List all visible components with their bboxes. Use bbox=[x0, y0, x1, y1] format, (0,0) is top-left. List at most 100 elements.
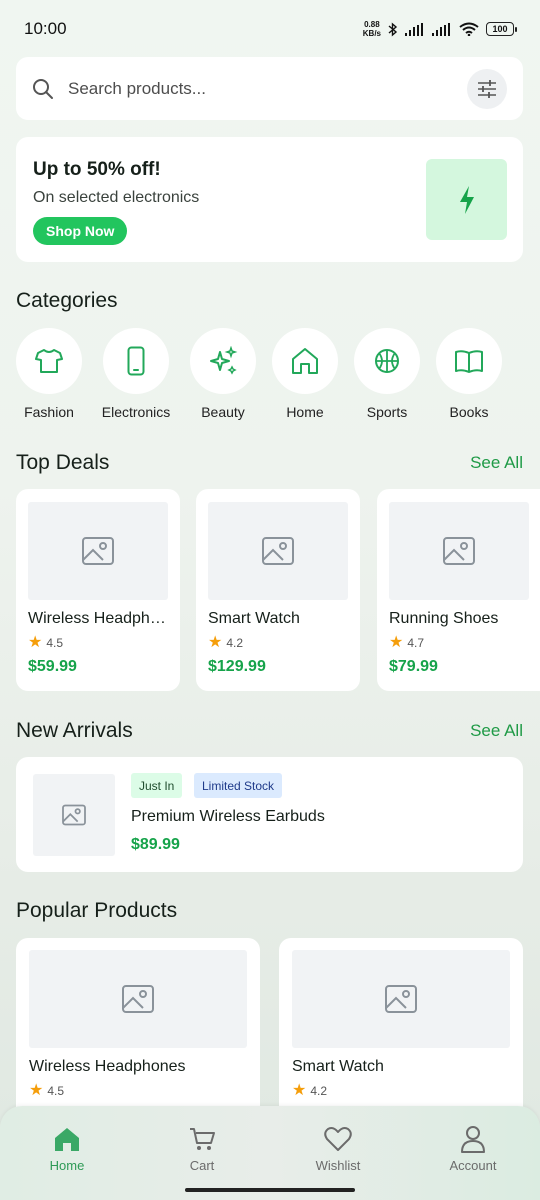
nav-account[interactable]: Account bbox=[423, 1124, 523, 1173]
product-rating: ★ 4.2 bbox=[292, 1083, 327, 1099]
popular-product-card[interactable]: Smart Watch ★ 4.2 bbox=[279, 938, 523, 1128]
promo-subtitle: On selected electronics bbox=[33, 189, 200, 206]
sparkles-icon bbox=[210, 346, 238, 375]
network-speed: 0.88 KB/s bbox=[363, 20, 381, 38]
search-input[interactable] bbox=[68, 78, 467, 99]
star-icon: ★ bbox=[292, 1082, 307, 1099]
nav-label: Cart bbox=[189, 1158, 215, 1173]
category-icon-circle bbox=[103, 328, 169, 394]
nav-cart[interactable]: Cart bbox=[152, 1124, 252, 1173]
status-time: 10:00 bbox=[24, 19, 67, 38]
rating-value: 4.5 bbox=[47, 1084, 65, 1098]
home-indicator[interactable] bbox=[185, 1188, 355, 1192]
star-icon: ★ bbox=[389, 634, 404, 651]
book-icon bbox=[455, 350, 483, 373]
category-label: Books bbox=[449, 404, 489, 420]
lightning-icon bbox=[459, 185, 474, 214]
popular-products-title: Popular Products bbox=[16, 899, 178, 922]
search-bar[interactable] bbox=[16, 57, 523, 120]
bluetooth-icon bbox=[388, 21, 398, 37]
product-image-placeholder bbox=[389, 502, 529, 600]
limited-stock-badge: Limited Stock bbox=[194, 773, 283, 798]
nav-label: Account bbox=[449, 1158, 497, 1173]
image-icon bbox=[122, 985, 154, 1013]
product-rating: ★ 4.5 bbox=[28, 635, 63, 651]
filter-button[interactable] bbox=[467, 68, 507, 109]
product-name: Premium Wireless Earbuds bbox=[131, 808, 325, 825]
status-bar: 10:00 0.88 KB/s 100 bbox=[0, 0, 540, 56]
product-price: $89.99 bbox=[131, 836, 180, 853]
star-icon: ★ bbox=[28, 634, 43, 651]
heart-icon bbox=[324, 1127, 352, 1151]
network-speed-unit: KB/s bbox=[362, 29, 381, 38]
category-electronics[interactable]: Electronics bbox=[91, 328, 181, 420]
category-icon-circle bbox=[272, 328, 338, 394]
deal-card[interactable]: Running Shoes ★ 4.7 $79.99 bbox=[377, 489, 540, 691]
new-arrival-card[interactable]: Just In Limited Stock Premium Wireless E… bbox=[16, 757, 523, 872]
sliders-icon bbox=[478, 79, 496, 98]
category-fashion[interactable]: Fashion bbox=[4, 328, 94, 420]
nav-icon-wrap bbox=[455, 1124, 491, 1154]
promo-title: Up to 50% off! bbox=[33, 159, 161, 180]
image-icon bbox=[385, 985, 417, 1013]
rating-value: 4.5 bbox=[46, 636, 64, 650]
product-price: $129.99 bbox=[208, 658, 266, 675]
product-name: Wireless Headphones bbox=[29, 1058, 186, 1075]
category-books[interactable]: Books bbox=[424, 328, 514, 420]
new-arrivals-title: New Arrivals bbox=[16, 719, 133, 742]
category-label: Fashion bbox=[24, 404, 74, 420]
product-image-placeholder bbox=[208, 502, 348, 600]
rating-value: 4.2 bbox=[310, 1084, 328, 1098]
product-name: Smart Watch bbox=[208, 610, 300, 627]
image-icon bbox=[82, 537, 114, 565]
product-name: Wireless Headphones bbox=[28, 610, 173, 627]
deal-card[interactable]: Smart Watch ★ 4.2 $129.99 bbox=[196, 489, 360, 691]
cart-icon bbox=[190, 1128, 215, 1150]
battery-indicator: 100 bbox=[486, 22, 517, 36]
product-image-placeholder bbox=[29, 950, 247, 1048]
category-sports[interactable]: Sports bbox=[342, 328, 432, 420]
just-in-badge: Just In bbox=[131, 773, 183, 798]
product-name: Running Shoes bbox=[389, 610, 499, 627]
rating-value: 4.7 bbox=[407, 636, 425, 650]
new-arrivals-see-all-link[interactable]: See All bbox=[470, 721, 523, 741]
top-deals-see-all-link[interactable]: See All bbox=[470, 453, 523, 473]
product-image-placeholder bbox=[28, 502, 168, 600]
house-icon bbox=[292, 348, 318, 374]
product-image-placeholder bbox=[292, 950, 510, 1048]
product-rating: ★ 4.7 bbox=[389, 635, 424, 651]
product-rating: ★ 4.5 bbox=[29, 1083, 64, 1099]
product-rating: ★ 4.2 bbox=[208, 635, 243, 651]
wifi-icon bbox=[459, 22, 479, 36]
star-icon: ★ bbox=[208, 634, 223, 651]
search-icon bbox=[33, 78, 53, 99]
category-icon-circle bbox=[436, 328, 502, 394]
rating-value: 4.2 bbox=[226, 636, 244, 650]
nav-icon-wrap bbox=[320, 1124, 356, 1154]
star-icon: ★ bbox=[29, 1082, 44, 1099]
nav-label: Home bbox=[49, 1158, 85, 1173]
popular-product-card[interactable]: Wireless Headphones ★ 4.5 bbox=[16, 938, 260, 1128]
category-label: Home bbox=[286, 404, 324, 420]
category-home[interactable]: Home bbox=[260, 328, 350, 420]
nav-home[interactable]: Home bbox=[17, 1124, 117, 1173]
category-beauty[interactable]: Beauty bbox=[178, 328, 268, 420]
person-icon bbox=[461, 1126, 485, 1153]
nav-icon-wrap bbox=[49, 1124, 85, 1154]
image-icon bbox=[62, 804, 86, 826]
shop-now-button[interactable]: Shop Now bbox=[33, 217, 128, 245]
home-icon bbox=[55, 1128, 79, 1151]
image-icon bbox=[443, 537, 475, 565]
deal-card[interactable]: Wireless Headphones ★ 4.5 $59.99 bbox=[16, 489, 180, 691]
categories-title: Categories bbox=[16, 289, 118, 312]
network-speed-value: 0.88 bbox=[364, 20, 380, 29]
nav-wishlist[interactable]: Wishlist bbox=[288, 1124, 388, 1173]
category-icon-circle bbox=[190, 328, 256, 394]
category-label: Beauty bbox=[201, 404, 245, 420]
smartphone-icon bbox=[127, 346, 145, 376]
category-label: Sports bbox=[366, 404, 408, 420]
category-icon-circle bbox=[354, 328, 420, 394]
promo-image bbox=[426, 159, 507, 240]
product-name: Smart Watch bbox=[292, 1058, 384, 1075]
promo-banner[interactable]: Up to 50% off! On selected electronics S… bbox=[16, 137, 523, 262]
